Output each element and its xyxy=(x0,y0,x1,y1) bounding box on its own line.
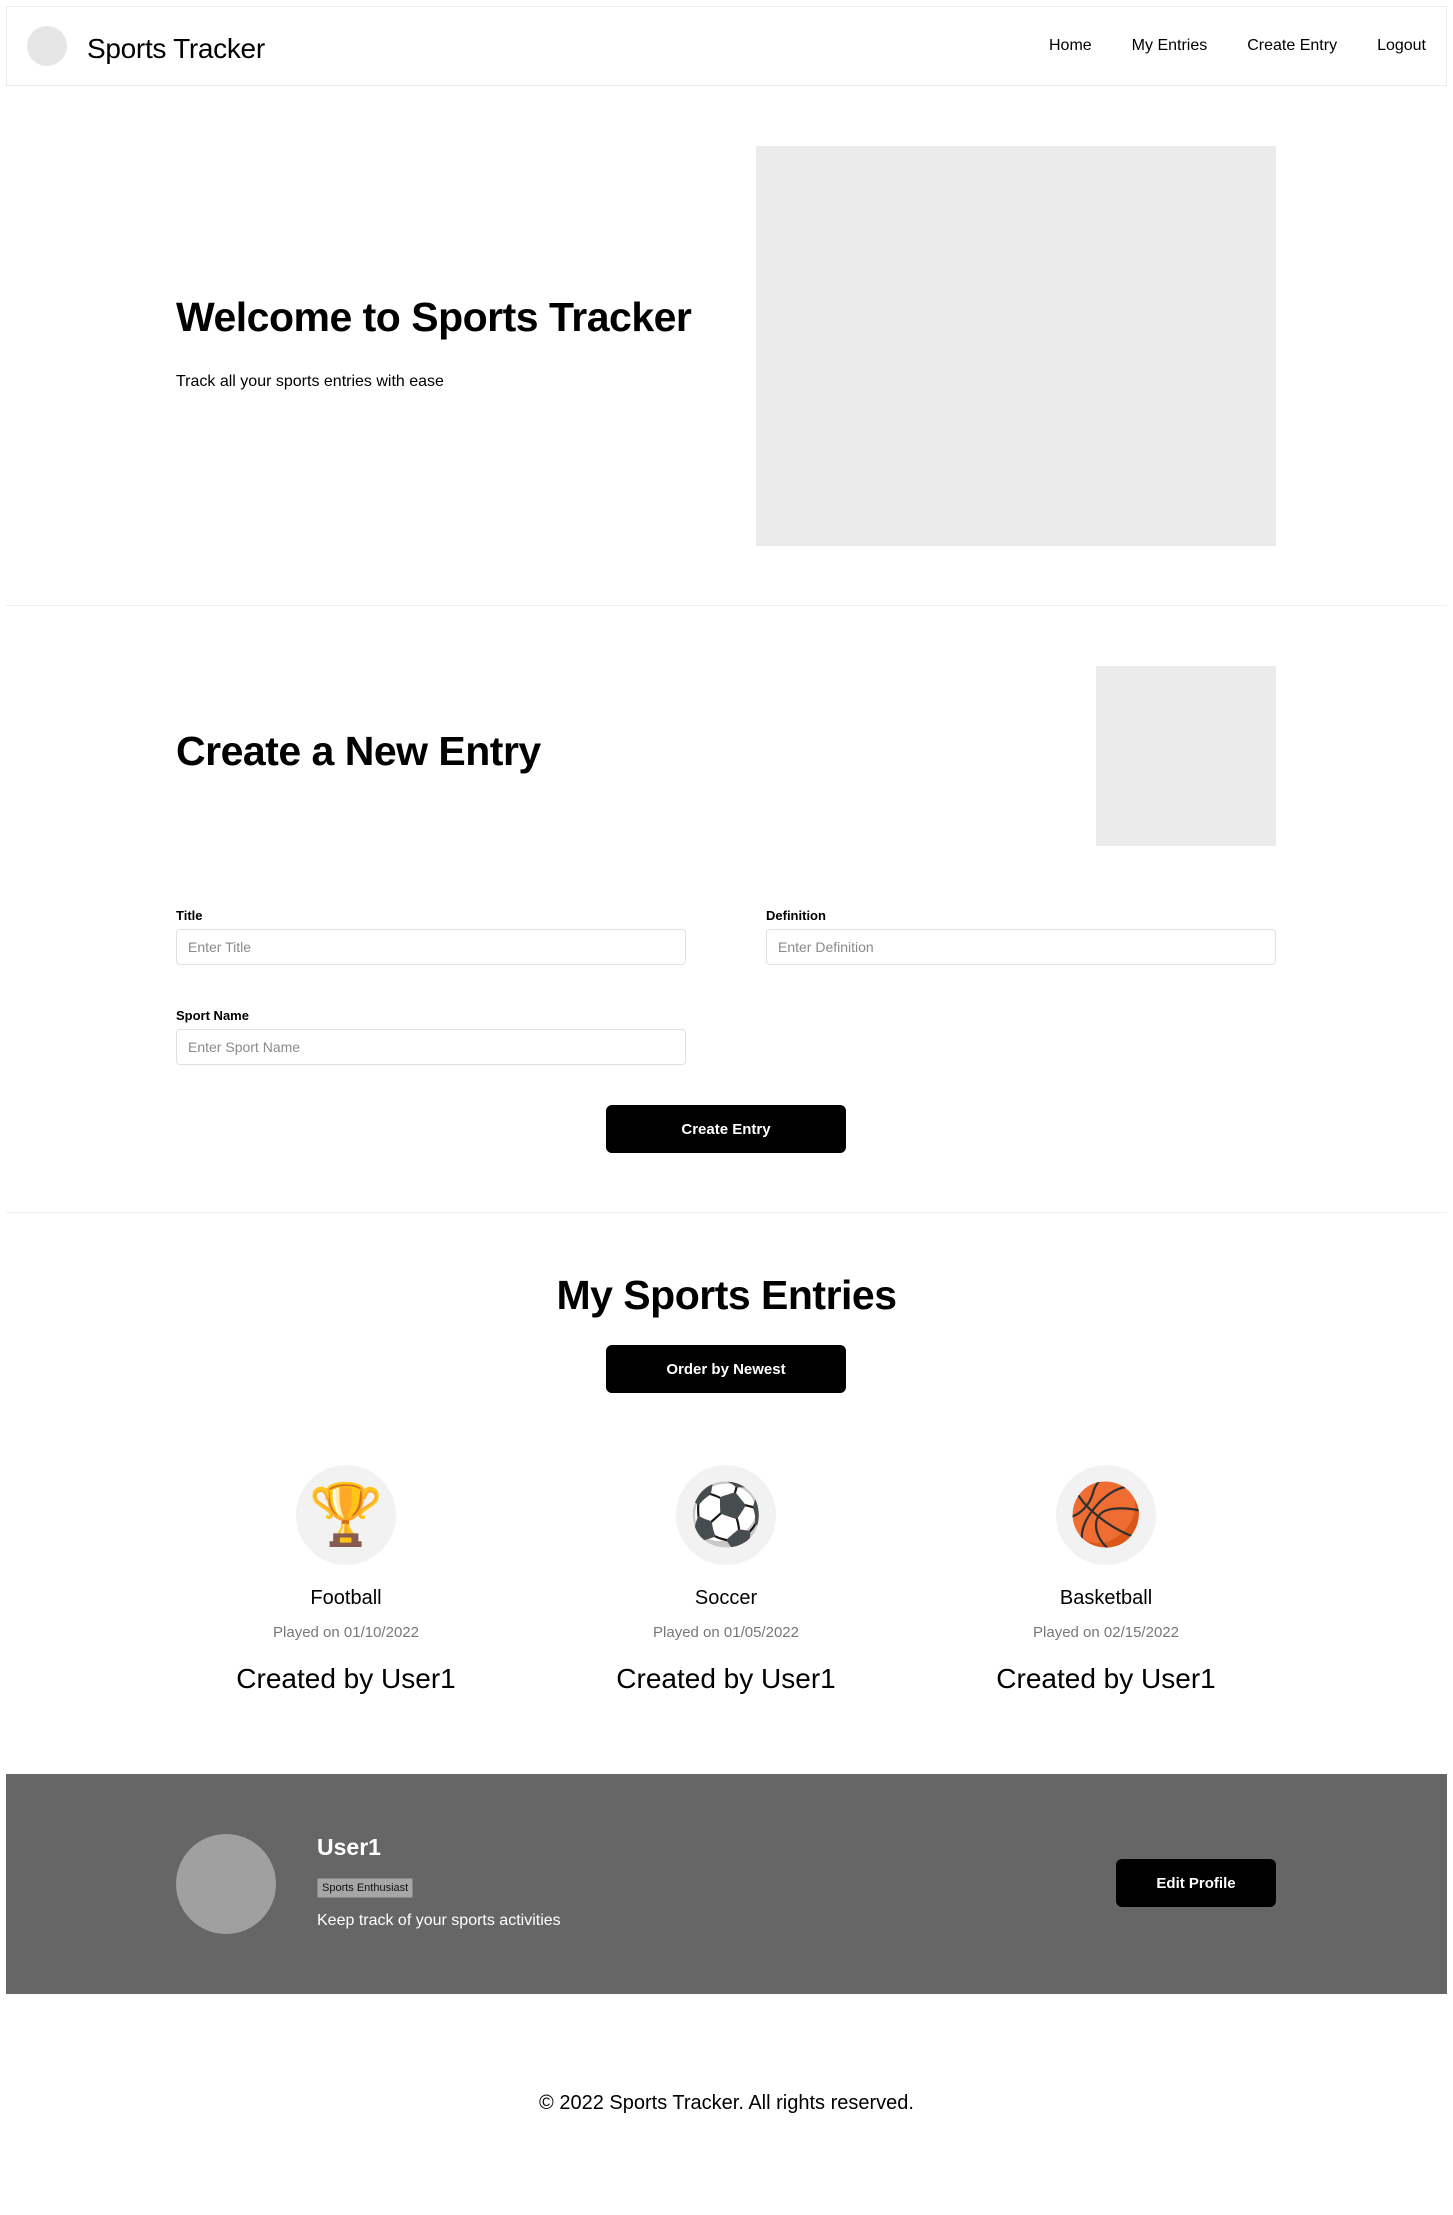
soccer-ball-icon: ⚽ xyxy=(676,1465,776,1565)
section-divider xyxy=(6,1212,1447,1213)
entry-date: Played on 01/05/2022 xyxy=(653,1624,799,1641)
entry-sport-name: Football xyxy=(310,1587,382,1609)
entry-sport-name: Soccer xyxy=(694,1587,758,1609)
entries-title: My Sports Entries xyxy=(556,1272,897,1318)
logo[interactable] xyxy=(27,26,67,66)
nav-link-logout[interactable]: Logout xyxy=(1377,37,1426,55)
trophy-icon: 🏆 xyxy=(296,1465,396,1565)
entry-card[interactable]: 🏆 Football Played on 01/10/2022 Created … xyxy=(156,1465,536,1695)
profile-banner: User1 Sports Enthusiast Keep track of yo… xyxy=(6,1774,1447,1994)
entry-date: Played on 02/15/2022 xyxy=(1033,1624,1179,1641)
create-entry-image-placeholder xyxy=(1096,666,1276,846)
nav-link-create-entry[interactable]: Create Entry xyxy=(1247,37,1337,55)
navbar: Sports Tracker Home My Entries Create En… xyxy=(6,6,1447,86)
create-entry-button[interactable]: Create Entry xyxy=(606,1105,846,1153)
edit-profile-button[interactable]: Edit Profile xyxy=(1116,1859,1276,1907)
entry-card[interactable]: ⚽ Soccer Played on 01/05/2022 Created by… xyxy=(536,1465,916,1695)
order-by-newest-button[interactable]: Order by Newest xyxy=(606,1345,846,1393)
profile-description: Keep track of your sports activities xyxy=(317,1912,561,1929)
title-input[interactable] xyxy=(176,929,686,965)
definition-input[interactable] xyxy=(766,929,1276,965)
nav-links: Home My Entries Create Entry Logout xyxy=(1049,37,1426,55)
hero-image-placeholder xyxy=(756,146,1276,546)
nav-link-my-entries[interactable]: My Entries xyxy=(1132,37,1208,55)
sport-name-input[interactable] xyxy=(176,1029,686,1065)
brand-title[interactable]: Sports Tracker xyxy=(87,33,265,65)
hero-title: Welcome to Sports Tracker xyxy=(176,294,692,340)
entry-created-by: Created by User1 xyxy=(616,1663,836,1694)
create-entry-title: Create a New Entry xyxy=(176,728,541,774)
title-label: Title xyxy=(176,908,203,923)
section-divider xyxy=(6,605,1447,606)
entry-card[interactable]: 🏀 Basketball Played on 02/15/2022 Create… xyxy=(916,1465,1296,1695)
entry-created-by: Created by User1 xyxy=(996,1663,1216,1694)
definition-label: Definition xyxy=(766,908,826,923)
hero-subtitle: Track all your sports entries with ease xyxy=(176,373,444,390)
nav-link-home[interactable]: Home xyxy=(1049,37,1092,55)
entry-created-by: Created by User1 xyxy=(236,1663,456,1694)
footer-copyright: © 2022 Sports Tracker. All rights reserv… xyxy=(539,2092,914,2114)
profile-username: User1 xyxy=(317,1834,381,1860)
entry-date: Played on 01/10/2022 xyxy=(273,1624,419,1641)
sport-name-label: Sport Name xyxy=(176,1008,249,1023)
entry-sport-name: Basketball xyxy=(1059,1587,1153,1609)
avatar xyxy=(176,1834,276,1934)
status-badge: Sports Enthusiast xyxy=(317,1878,414,1898)
basketball-icon: 🏀 xyxy=(1056,1465,1156,1565)
